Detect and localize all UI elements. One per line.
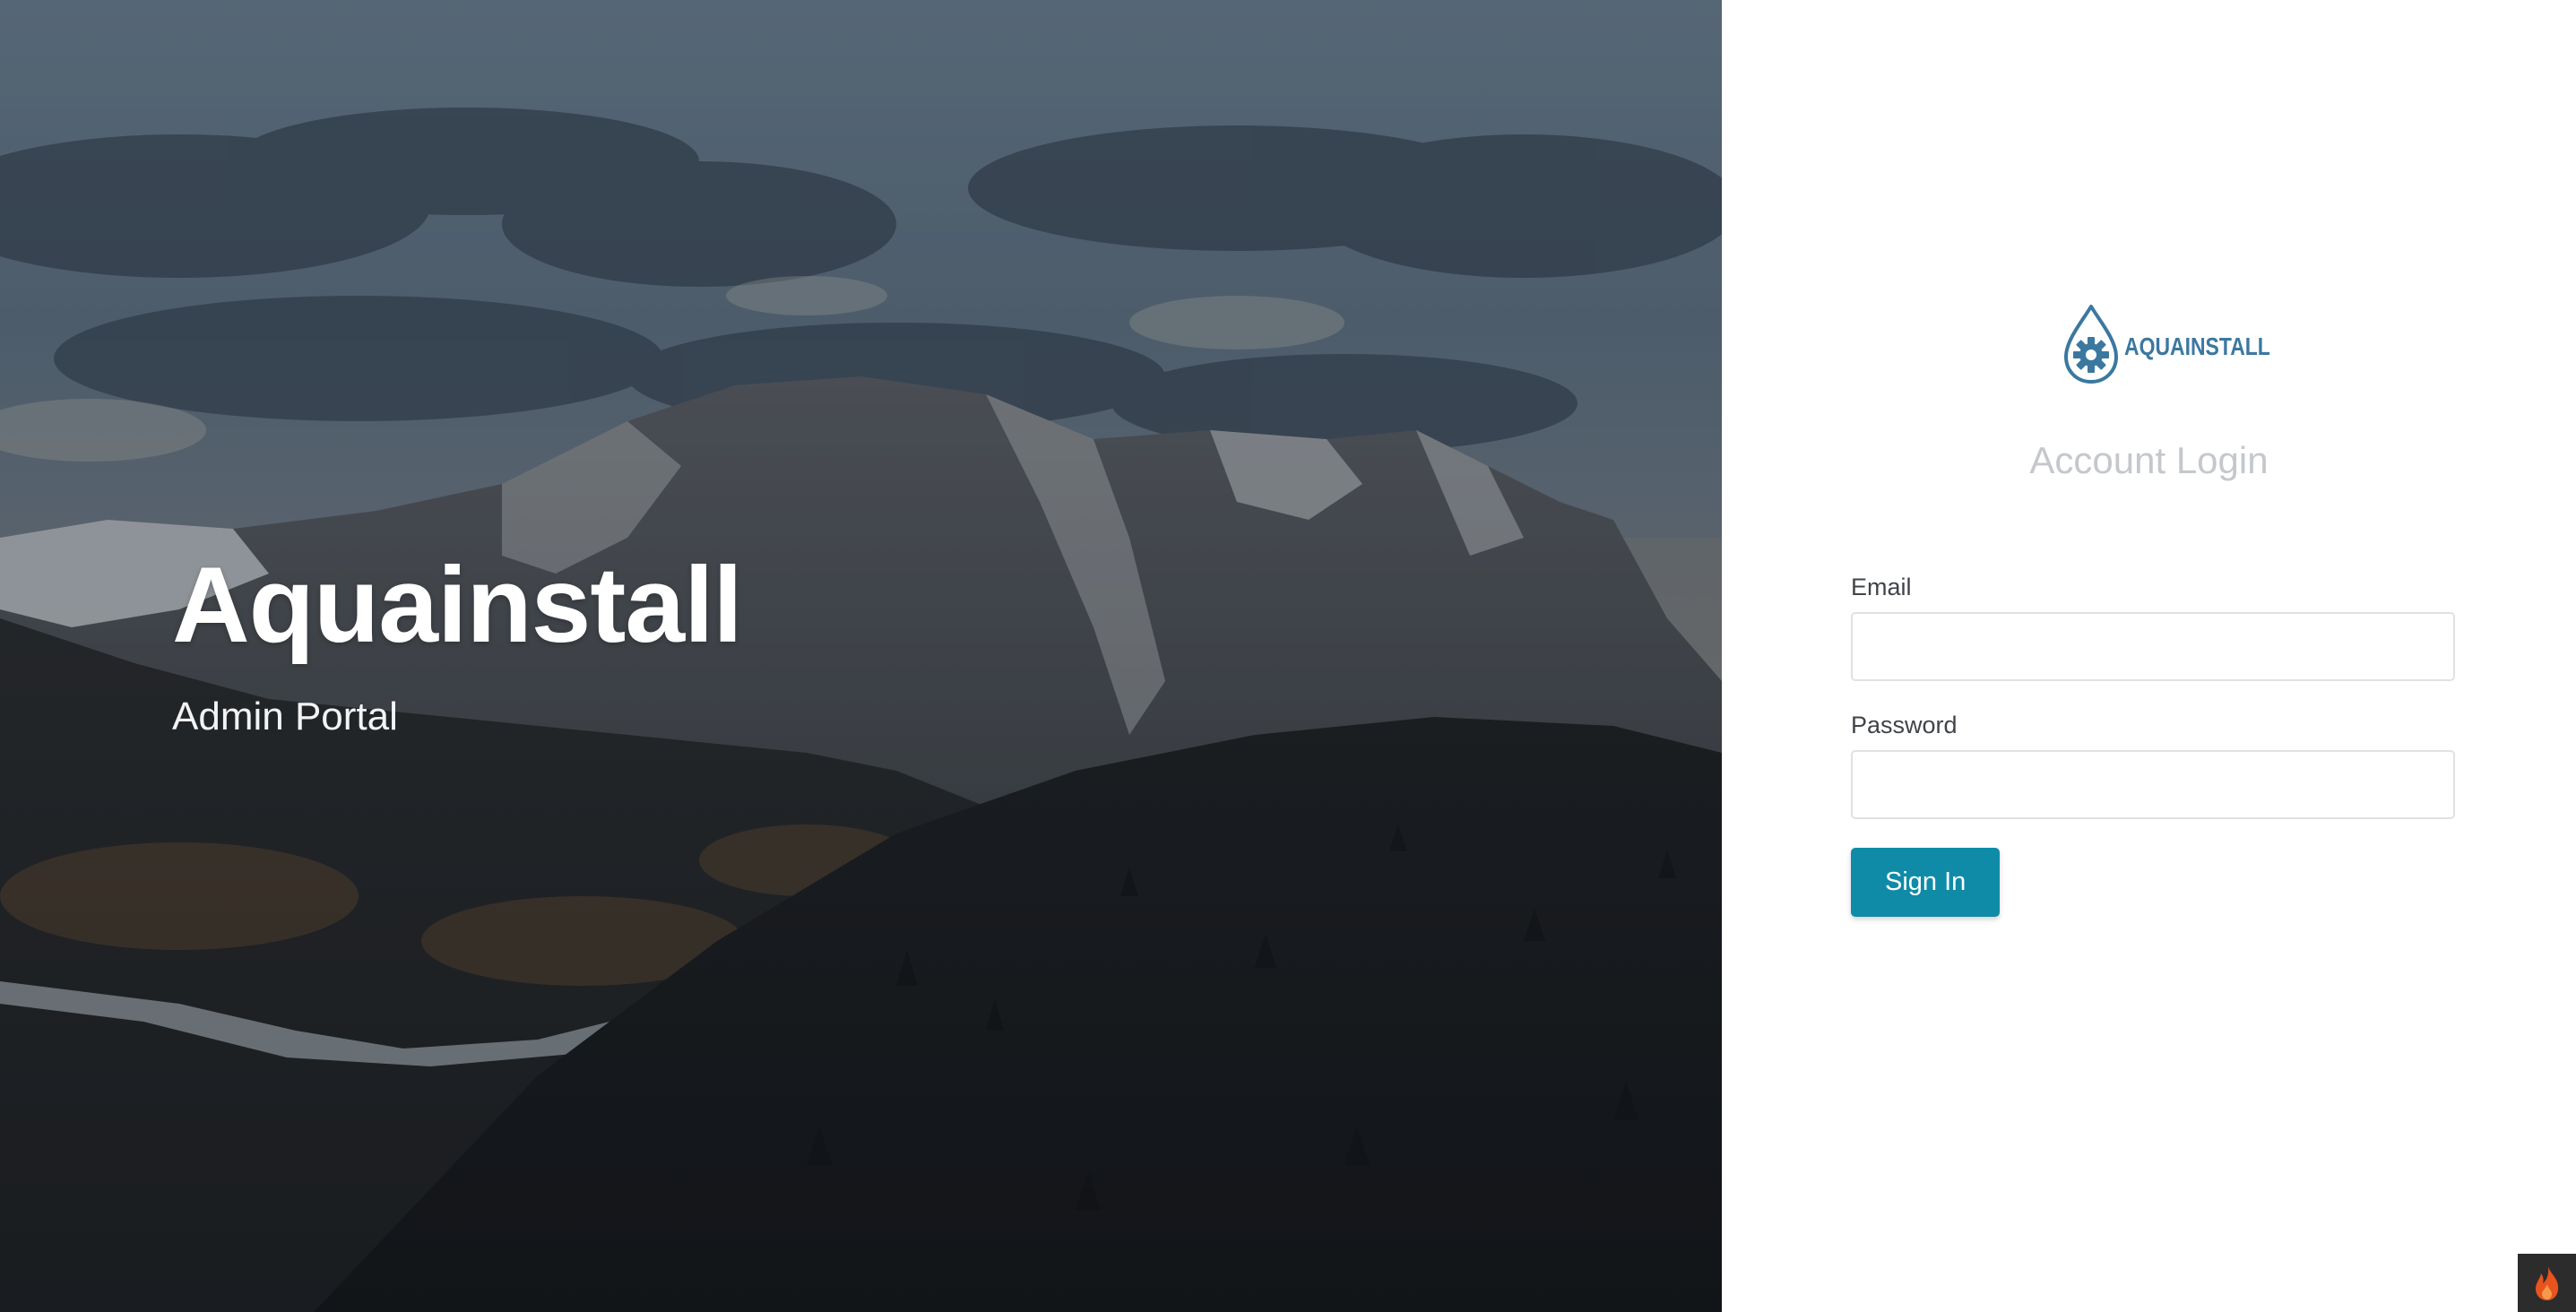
login-page: Aquainstall Admin Portal AQUAINSTALL Acc…	[0, 0, 2576, 1312]
hero-text-block: Aquainstall Admin Portal	[172, 545, 743, 742]
brand-logo-text: AQUAINSTALL	[2124, 332, 2270, 360]
login-panel: AQUAINSTALL Account Login Email Password…	[1722, 0, 2576, 1312]
sign-in-button[interactable]: Sign In	[1851, 848, 2001, 917]
password-field[interactable]	[1851, 750, 2455, 819]
login-heading: Account Login	[2029, 439, 2269, 481]
login-form: Email Password Sign In	[1851, 574, 2455, 917]
password-field-group: Password	[1851, 712, 2455, 819]
debug-toolbar-toggle[interactable]	[2518, 1254, 2576, 1312]
water-drop-gear-icon	[2064, 305, 2118, 384]
hero-subtitle: Admin Portal	[172, 695, 398, 738]
email-label: Email	[1851, 574, 1912, 600]
brand-logo: AQUAINSTALL	[2060, 303, 2303, 385]
hero-title: Aquainstall	[172, 545, 743, 665]
email-field-group: Email	[1851, 574, 2455, 681]
flame-icon	[2535, 1265, 2558, 1300]
email-field[interactable]	[1851, 612, 2455, 681]
password-label: Password	[1851, 712, 1958, 738]
hero-panel: Aquainstall Admin Portal	[0, 0, 1722, 1312]
